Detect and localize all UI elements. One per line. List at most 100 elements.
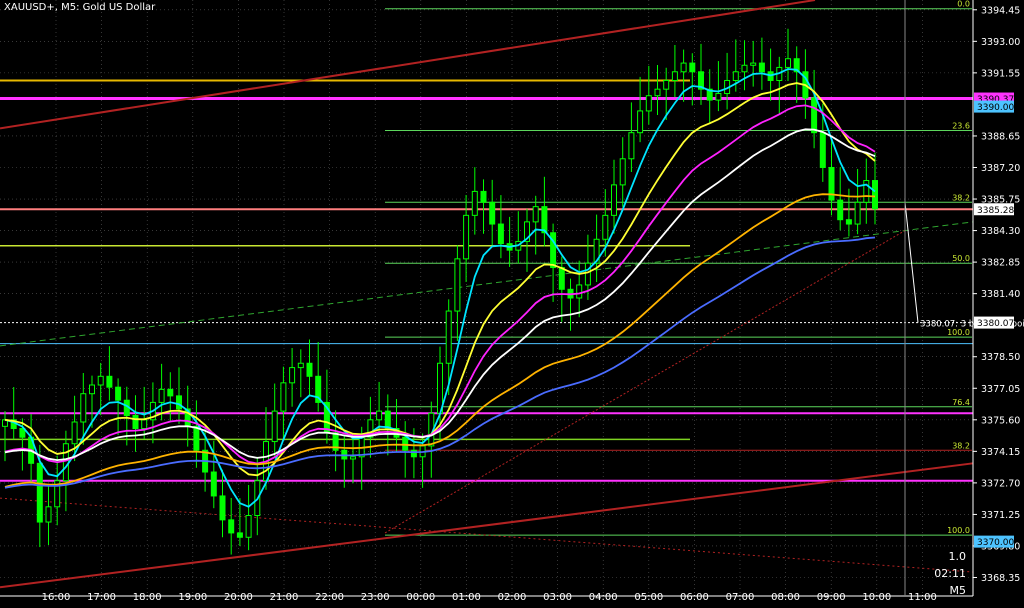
candle-body (845, 219, 852, 225)
candle-body (811, 97, 818, 134)
candle-body (750, 62, 757, 66)
time-tick-label: 06:00 (680, 592, 709, 603)
candle-body (210, 471, 217, 497)
candle-body (619, 158, 626, 186)
candle-body (671, 71, 678, 81)
candle-body (62, 443, 69, 482)
candle-body (584, 262, 591, 286)
candle-body (637, 110, 644, 134)
candle-body (219, 495, 226, 521)
candle-body (271, 410, 278, 443)
price-tick-label: 3378.50 (981, 352, 1020, 363)
price-label-text: 3385.28 (977, 206, 1014, 216)
candle-body (654, 88, 661, 97)
candle-body (680, 62, 687, 73)
candle-body (245, 515, 252, 538)
candle-body (176, 395, 182, 410)
candle-body (289, 367, 296, 384)
candle-body (89, 384, 95, 395)
fib-upper-label: 0.0 (957, 0, 970, 9)
candle-body (384, 410, 391, 430)
candle-body (306, 362, 313, 377)
fib-lower-label: 38.2 (952, 441, 970, 450)
price-tick-label: 3371.25 (981, 510, 1020, 521)
fib-trend-line (384, 230, 906, 534)
time-tick-label: 22:00 (315, 592, 344, 603)
chart-title: XAUUSD+, M5: Gold US Dollar (4, 2, 156, 13)
time-tick-label: 23:00 (361, 592, 390, 603)
candle-body (558, 267, 565, 290)
candle-body (663, 79, 670, 90)
candle-body (106, 375, 113, 388)
price-tick-label: 3374.15 (981, 447, 1020, 458)
time-tick-label: 02:00 (498, 592, 527, 603)
time-tick-label: 17:00 (87, 592, 116, 603)
candle-body (45, 506, 52, 523)
candle-body (445, 310, 452, 364)
candle-body (732, 71, 739, 81)
candle-body (280, 382, 287, 412)
price-tick-label: 3368.35 (981, 573, 1020, 584)
candle-body (236, 532, 243, 538)
chart-area[interactable]: 0.0 23.6 38.2 50.0 100.0 76.4 38.2 100.0 3380.0… (0, 0, 1024, 604)
candle-body (785, 58, 791, 68)
timeframe-label: M5 (949, 584, 967, 597)
price-tick-label: 3377.05 (981, 384, 1020, 395)
chart-svg: 0.023.638.250.0100.076.438.2100.0 3380.0… (0, 0, 1024, 603)
candle-body (872, 180, 878, 210)
fib-lower-label: 76.4 (952, 398, 970, 407)
fib-upper-label: 50.0 (952, 254, 970, 263)
countdown-timer: 02:11 (934, 567, 966, 580)
candle-body (602, 214, 609, 240)
price-tick-label: 3387.20 (981, 163, 1020, 174)
time-tick-label: 09:00 (817, 592, 846, 603)
candle-body (80, 393, 87, 423)
price-tick-label: 3372.70 (981, 478, 1020, 489)
candle-body (489, 201, 496, 225)
time-tick-label: 16:00 (42, 592, 71, 603)
channel-lower-line (0, 462, 974, 589)
candle-body (645, 95, 652, 112)
time-tick-label: 19:00 (178, 592, 207, 603)
corner-value: 1.0 (948, 550, 967, 563)
candle-body (167, 388, 174, 397)
time-axis: 16:00 17:00 18:00 19:00 20:00 21:00 22:00 23:00… (42, 592, 937, 603)
price-tick-label: 3388.65 (981, 131, 1020, 142)
price-axis: 3394.45 3393.00 3391.55 3388.65 3387.20 3385.… (0, 0, 1020, 597)
midline-dashed (0, 221, 974, 347)
candle-body (350, 456, 356, 460)
candle-body (97, 375, 104, 386)
candle-body (71, 421, 78, 445)
candle-body (532, 206, 539, 223)
candle-body (193, 425, 200, 451)
candle-body (376, 410, 383, 421)
candle-body (715, 93, 722, 101)
price-label-text: 3370.00 (977, 538, 1014, 548)
candle-body (611, 184, 617, 216)
candle-body (689, 62, 696, 73)
fib-upper-label: 23.6 (952, 122, 970, 131)
price-label-text: 3380.07 (977, 319, 1014, 329)
time-tick-label: 00:00 (406, 592, 435, 603)
price-tick-label: 3384.30 (981, 226, 1020, 237)
price-tick-label: 3393.00 (981, 37, 1020, 48)
candle-body (132, 414, 139, 430)
price-tick-label: 3382.85 (981, 258, 1020, 269)
candle-body (854, 201, 861, 225)
candle-body (471, 190, 478, 216)
candle-body (819, 132, 826, 168)
candle-body (758, 62, 765, 73)
grid (0, 0, 973, 596)
ruler-line (904, 202, 919, 323)
candle-body (576, 284, 583, 299)
time-tick-label: 08:00 (771, 592, 800, 603)
fib-upper-label: 38.2 (952, 193, 970, 202)
time-tick-label: 07:00 (726, 592, 755, 603)
time-tick-label: 03:00 (543, 592, 572, 603)
candle-body (497, 223, 504, 245)
fib-lower-label: 100.0 (947, 526, 970, 535)
time-tick-label: 05:00 (634, 592, 663, 603)
candle-body (480, 190, 487, 203)
time-tick-label: 01:00 (452, 592, 481, 603)
price-label-text: 3390.00 (977, 103, 1014, 113)
